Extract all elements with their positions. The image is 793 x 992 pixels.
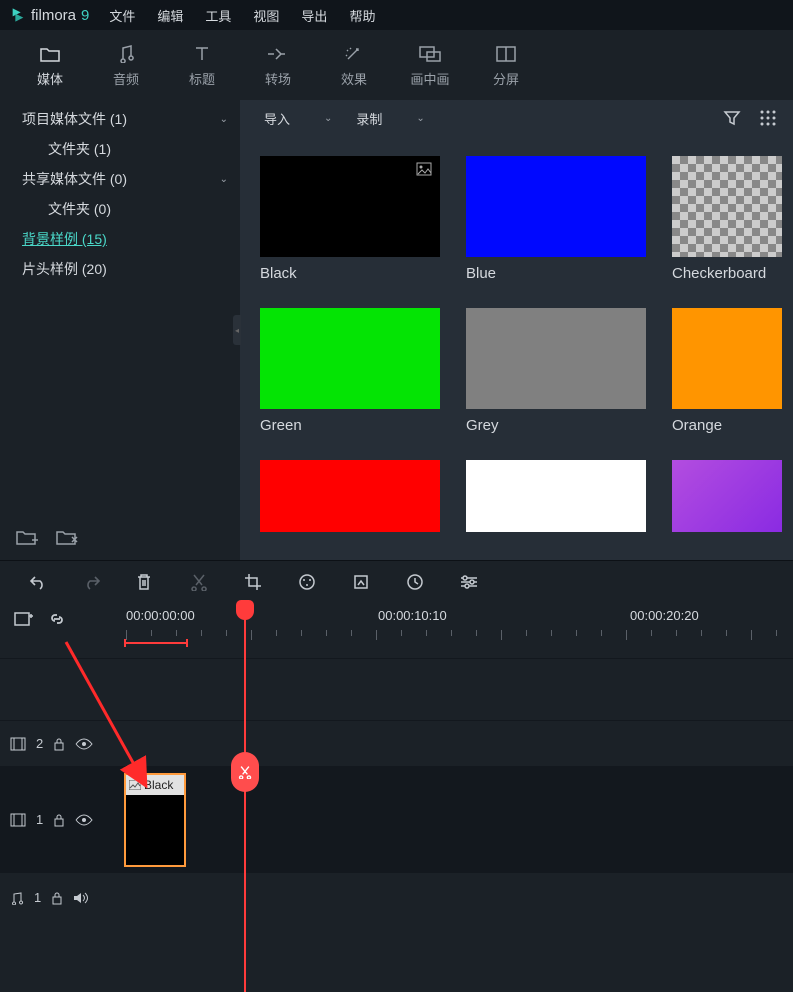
eye-icon[interactable] bbox=[75, 738, 93, 750]
timeline-header: 00:00:00:00 00:00:10:10 00:00:20:20 bbox=[0, 602, 793, 658]
swatch-grey[interactable]: Grey bbox=[466, 308, 646, 434]
sparkle-icon bbox=[316, 43, 392, 65]
track-number: 1 bbox=[34, 890, 41, 905]
swatch-red[interactable] bbox=[260, 460, 440, 532]
transition-icon bbox=[240, 43, 316, 65]
chevron-down-icon: ⌄ bbox=[416, 113, 424, 124]
film-icon bbox=[10, 737, 26, 751]
grid-view-icon[interactable] bbox=[759, 109, 777, 127]
media-content: 导入⌄ 录制⌄ Black Blue Checkerboard Green Gr… bbox=[240, 100, 793, 560]
tab-media[interactable]: 媒体 bbox=[12, 43, 88, 88]
split-icon bbox=[468, 43, 544, 65]
link-icon[interactable] bbox=[48, 610, 66, 628]
music-icon bbox=[10, 891, 24, 905]
menu-view[interactable]: 视图 bbox=[253, 6, 279, 25]
lock-icon[interactable] bbox=[53, 737, 65, 751]
menu-file[interactable]: 文件 bbox=[109, 6, 135, 25]
timeline-toolbar bbox=[0, 560, 793, 602]
video-track-2[interactable]: 2 bbox=[0, 720, 793, 766]
media-sidebar: 项目媒体文件 (1)⌄ 文件夹 (1) 共享媒体文件 (0)⌄ 文件夹 (0) … bbox=[0, 100, 240, 560]
category-tabs: 媒体 音频 标题 转场 效果 画中画 分屏 bbox=[0, 30, 793, 100]
filter-icon[interactable] bbox=[723, 109, 741, 127]
lock-icon[interactable] bbox=[51, 891, 63, 905]
sidebar-item-folder-0[interactable]: 文件夹 (0) bbox=[0, 194, 240, 224]
playhead-handle[interactable] bbox=[236, 600, 254, 620]
menu-export[interactable]: 导出 bbox=[301, 6, 327, 25]
redo-icon[interactable] bbox=[82, 574, 104, 590]
undo-icon[interactable] bbox=[28, 574, 50, 590]
sidebar-item-folder-1[interactable]: 文件夹 (1) bbox=[0, 134, 240, 164]
tab-transitions[interactable]: 转场 bbox=[240, 43, 316, 88]
motion-icon[interactable] bbox=[352, 573, 374, 591]
add-track-icon[interactable] bbox=[14, 610, 34, 628]
film-icon bbox=[10, 813, 26, 827]
title-bar: filmora 9 文件 编辑 工具 视图 导出 帮助 bbox=[0, 0, 793, 30]
lock-icon[interactable] bbox=[53, 813, 65, 827]
app-logo: filmora 9 bbox=[10, 7, 89, 24]
delete-icon[interactable] bbox=[136, 573, 158, 591]
swatch-grid: Black Blue Checkerboard Green Grey Orang… bbox=[240, 136, 793, 560]
split-clip-button[interactable] bbox=[231, 752, 259, 792]
text-icon bbox=[164, 43, 240, 65]
eye-icon[interactable] bbox=[75, 814, 93, 826]
swatch-checkerboard[interactable]: Checkerboard bbox=[672, 156, 782, 282]
record-dropdown[interactable]: 录制⌄ bbox=[348, 106, 432, 131]
speaker-icon[interactable] bbox=[73, 891, 89, 905]
playhead[interactable] bbox=[244, 602, 246, 992]
tab-titles[interactable]: 标题 bbox=[164, 43, 240, 88]
pip-icon bbox=[392, 43, 468, 65]
swatch-blue[interactable]: Blue bbox=[466, 156, 646, 282]
main-menu: 文件 编辑 工具 视图 导出 帮助 bbox=[109, 6, 375, 25]
tab-audio[interactable]: 音频 bbox=[88, 43, 164, 88]
track-spacer bbox=[0, 658, 793, 720]
clip-black[interactable]: Black bbox=[124, 773, 186, 867]
settings-icon[interactable] bbox=[460, 575, 482, 589]
video-track-1[interactable]: 1 Black bbox=[0, 766, 793, 872]
work-area-range[interactable] bbox=[124, 642, 188, 644]
image-icon bbox=[416, 162, 432, 176]
sidebar-item-background-samples[interactable]: 背景样例 (15) bbox=[0, 224, 240, 254]
tab-splitscreen[interactable]: 分屏 bbox=[468, 43, 544, 88]
tab-effects[interactable]: 效果 bbox=[316, 43, 392, 88]
track-number: 1 bbox=[36, 812, 43, 827]
folder-icon bbox=[12, 43, 88, 65]
chevron-down-icon: ⌄ bbox=[220, 114, 228, 125]
chevron-down-icon: ⌄ bbox=[324, 113, 332, 124]
image-icon bbox=[129, 780, 141, 790]
filmora-logo-icon bbox=[10, 7, 26, 23]
tab-pip[interactable]: 画中画 bbox=[392, 43, 468, 88]
swatch-orange[interactable]: Orange bbox=[672, 308, 782, 434]
swatch-white[interactable] bbox=[466, 460, 646, 532]
menu-help[interactable]: 帮助 bbox=[349, 6, 375, 25]
app-name: filmora bbox=[31, 7, 76, 24]
timeline: 00:00:00:00 00:00:10:10 00:00:20:20 2 1 … bbox=[0, 602, 793, 992]
track-number: 2 bbox=[36, 736, 43, 751]
delete-folder-button[interactable] bbox=[56, 528, 78, 546]
new-folder-button[interactable] bbox=[16, 528, 38, 546]
sidebar-item-intro-samples[interactable]: 片头样例 (20) bbox=[0, 254, 240, 284]
menu-tools[interactable]: 工具 bbox=[205, 6, 231, 25]
ruler-label-2: 00:00:20:20 bbox=[630, 608, 699, 623]
music-icon bbox=[88, 43, 164, 65]
cut-icon[interactable] bbox=[190, 573, 212, 591]
clock-icon[interactable] bbox=[406, 573, 428, 591]
import-dropdown[interactable]: 导入⌄ bbox=[256, 106, 340, 131]
swatch-black[interactable]: Black bbox=[260, 156, 440, 282]
ruler-label-0: 00:00:00:00 bbox=[126, 608, 195, 623]
swatch-green[interactable]: Green bbox=[260, 308, 440, 434]
sidebar-item-project-media[interactable]: 项目媒体文件 (1)⌄ bbox=[0, 104, 240, 134]
menu-edit[interactable]: 编辑 bbox=[157, 6, 183, 25]
crop-icon[interactable] bbox=[244, 573, 266, 591]
timeline-ruler[interactable]: 00:00:00:00 00:00:10:10 00:00:20:20 bbox=[112, 602, 793, 658]
swatch-purple[interactable] bbox=[672, 460, 782, 532]
clip-label: Black bbox=[144, 778, 173, 792]
app-version: 9 bbox=[81, 7, 89, 24]
ruler-label-1: 00:00:10:10 bbox=[378, 608, 447, 623]
chevron-down-icon: ⌄ bbox=[220, 174, 228, 185]
color-icon[interactable] bbox=[298, 573, 320, 591]
sidebar-item-shared-media[interactable]: 共享媒体文件 (0)⌄ bbox=[0, 164, 240, 194]
sidebar-collapse-handle[interactable]: ◂ bbox=[233, 315, 241, 345]
content-toolbar: 导入⌄ 录制⌄ bbox=[240, 100, 793, 136]
audio-track-1[interactable]: 1 bbox=[0, 872, 793, 922]
